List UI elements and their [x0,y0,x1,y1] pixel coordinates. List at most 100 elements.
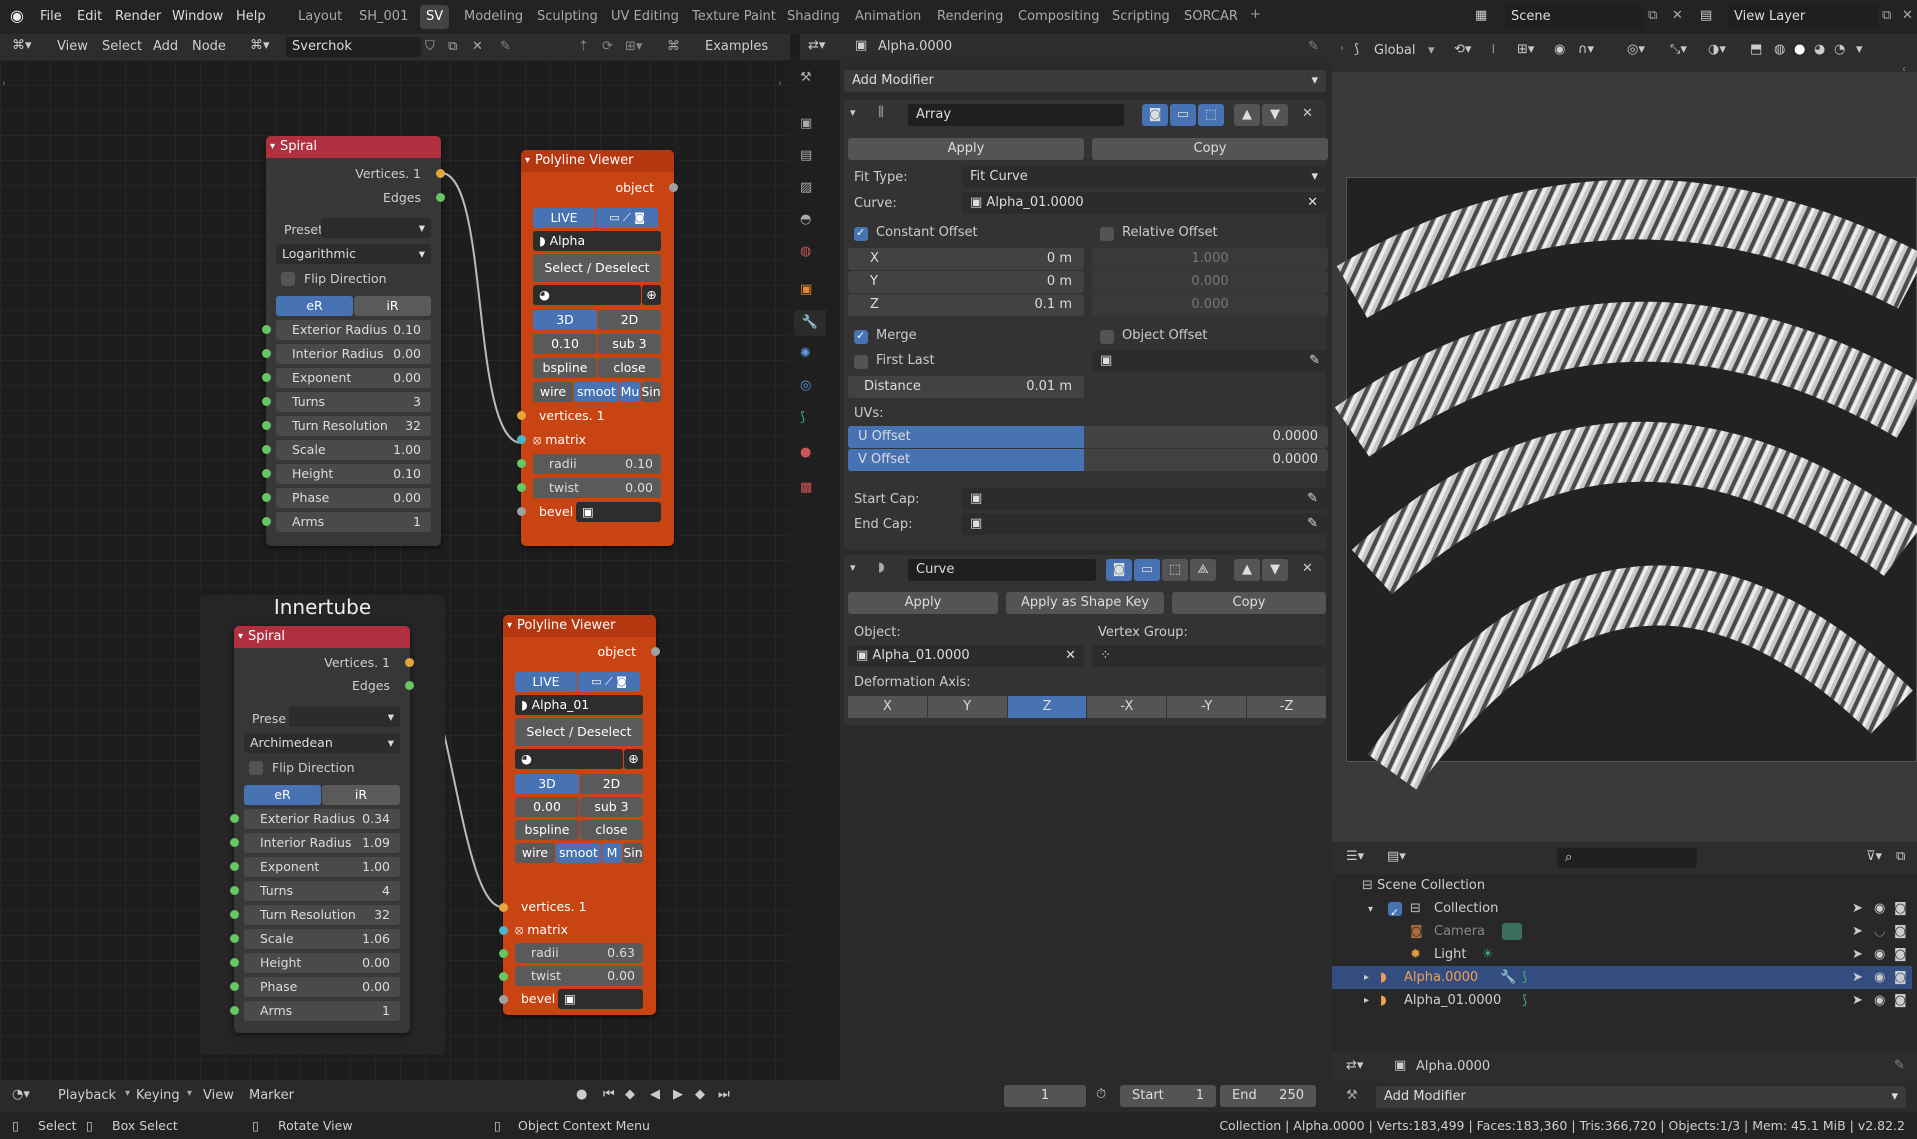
copy-button[interactable]: Copy [1172,592,1326,614]
spiral-param-field[interactable]: Turns 3 [276,392,431,412]
snap-target-icon[interactable]: ⊞▾ [1517,42,1534,57]
3d-viewport[interactable] [1332,72,1917,842]
select-deselect-button[interactable]: Select / Deselect [515,718,643,746]
axis-button-neg-x[interactable]: -X [1087,696,1167,718]
spiral-param-field[interactable]: Height 0.10 [276,464,431,484]
pin-icon[interactable]: ✎ [500,39,511,54]
spiral-param-field[interactable]: Exponent 1.00 [244,857,400,877]
particles-tab-icon[interactable]: ✺ [800,346,811,361]
editmode-toggle-icon[interactable]: ⬚ [1162,559,1188,581]
menu-file[interactable]: File [40,0,62,34]
spiral-node-title[interactable]: Spiral [266,136,441,158]
copy-button[interactable]: Copy [1092,138,1328,160]
view-layer-field[interactable]: View Layer [1728,5,1878,29]
selectable-icon[interactable]: ➤ [1852,943,1863,966]
snap-element-icon[interactable]: ⊞▾ [625,39,642,54]
menu-playback[interactable]: Playback [58,1088,116,1103]
viewer-icons[interactable]: ▭ ⟋ ◙ [596,208,658,228]
data-tab-icon[interactable]: ⟆ [800,410,805,425]
clear-icon[interactable]: ✕ [1307,192,1318,214]
bevel-input-socket[interactable] [499,995,508,1004]
new-scene-icon[interactable]: ⧉ [1648,8,1657,23]
collapse-icon[interactable]: ▾ [850,561,856,574]
hidden-eye-icon[interactable]: ◡ [1874,920,1885,943]
3d-toggle[interactable]: 3D [533,310,597,330]
input-socket[interactable] [262,469,271,478]
curve-data-icon[interactable]: ⟆ [1522,966,1527,989]
proportional-icon[interactable]: ◉ [1554,42,1565,57]
stopwatch-icon[interactable]: ⏱ [1096,1087,1106,1102]
relative-z-field[interactable]: 0.000 [1092,294,1328,316]
viewer-node-title[interactable]: Polyline Viewer [521,150,674,172]
spiral-param-field[interactable]: Arms 1 [276,512,431,532]
editor-type-icon[interactable]: ⇄▾ [808,38,825,53]
blender-logo-icon[interactable]: ◉ [10,6,24,25]
tab-compositing[interactable]: Compositing [1012,5,1106,29]
modifier-name-field[interactable]: Array [908,104,1124,126]
polyline-viewer-node-1[interactable]: Polyline Viewer object LIVE ▭ ⟋ ◙ ◗ Alph… [517,150,678,546]
play-icon[interactable]: ▶ [673,1087,683,1102]
pivot-icon[interactable]: ⟲▾ [1454,42,1471,57]
wire-toggle[interactable]: wire [515,843,555,863]
scene-field[interactable]: Scene [1505,5,1643,29]
depth-field[interactable]: 0.10 [533,334,597,354]
flip-direction-checkbox[interactable] [281,272,295,286]
end-frame-field[interactable]: End 250 [1220,1085,1316,1107]
offset-object-field[interactable]: ▣ ✎ [1092,350,1328,372]
sverchok-icon[interactable]: ⌘ [667,39,680,54]
live-toggle[interactable]: LIVE [515,672,577,692]
spiral-node-2[interactable]: Spiral Vertices. 1 Edges Prese ▾ Archime… [230,626,414,1033]
sub-field[interactable]: sub 3 [598,334,661,354]
add-material-icon[interactable]: ⊕ [642,285,661,305]
visibility-icon[interactable]: ◎▾ [1627,42,1645,57]
vertices-input-socket[interactable] [499,903,508,912]
input-socket[interactable] [230,862,239,871]
output-vertices-socket[interactable] [405,658,414,667]
input-socket[interactable] [262,421,271,430]
selectable-icon[interactable]: ➤ [1852,989,1863,1012]
expand-icon[interactable]: ▾ [1368,904,1373,915]
pin-icon[interactable]: ✎ [1308,39,1319,54]
bspline-toggle[interactable]: bspline [515,820,579,840]
filter-icon[interactable]: ⊽▾ [1866,849,1882,864]
visibility-eye-icon[interactable]: ◉ [1874,943,1885,966]
bevel-input-socket[interactable] [517,507,526,516]
modifier-tab-icon[interactable]: 🔧 [794,310,826,336]
next-keyframe-icon[interactable]: ◆ [695,1087,705,1102]
view-layer-icon[interactable]: ▤ [1700,8,1712,23]
3d-toggle[interactable]: 3D [515,774,579,794]
input-socket[interactable] [230,910,239,919]
er-toggle[interactable]: eR [276,296,353,316]
input-socket[interactable] [230,814,239,823]
dropdown-icon[interactable]: ▾ [187,1088,192,1099]
display-toggle-icon[interactable]: ▭ [1134,559,1160,581]
wireframe-shading-icon[interactable]: ◍ [1774,42,1785,57]
v-offset-field[interactable]: V Offset 0.0000 [848,449,1328,471]
editor-type-icon[interactable]: ◔▾ [12,1087,30,1102]
node-editor-canvas[interactable]: › ‹ Innertube Spiral Vertices. 1 Edges P… [0,60,790,1080]
curve-object-field[interactable]: ▣ Alpha_01.0000 ✕ [848,645,1084,667]
spiral-param-field[interactable]: Interior Radius 1.09 [244,833,400,853]
xray-icon[interactable]: ⬒ [1750,42,1762,57]
parent-tree-icon[interactable]: ⇡ [578,39,589,54]
output-vertices-socket[interactable] [436,169,445,178]
constant-offset-checkbox[interactable] [854,226,868,241]
tab-sh001[interactable]: SH_001 [353,5,414,29]
outliner-row-scene-collection[interactable]: ⊟ Scene Collection [1332,874,1912,897]
apply-shape-key-button[interactable]: Apply as Shape Key [1006,592,1164,614]
curve-field[interactable]: ▣ Alpha_01.0000 ✕ [962,192,1326,214]
current-frame-field[interactable]: 1 [1004,1085,1086,1107]
tab-animation[interactable]: Animation [849,5,927,29]
dropdown-icon[interactable]: ▾ [1428,43,1435,58]
outliner-row-light[interactable]: ✹ Light ☀ ➤ ◉ ◙ [1332,943,1912,966]
menu-select[interactable]: Select [102,39,142,54]
multi-toggle[interactable]: M [602,843,622,863]
node-tree-field[interactable]: Sverchok [286,37,421,57]
input-socket[interactable] [262,373,271,382]
editor-type-icon[interactable]: ☰▾ [1346,849,1364,864]
expand-icon[interactable]: ▸ [1364,966,1369,989]
bevel-object-field[interactable]: ▣ [576,502,661,522]
apply-button[interactable]: Apply [848,592,998,614]
physics-tab-icon[interactable]: ◎ [800,378,811,393]
snap-icon[interactable]: ⟳ [602,39,613,54]
